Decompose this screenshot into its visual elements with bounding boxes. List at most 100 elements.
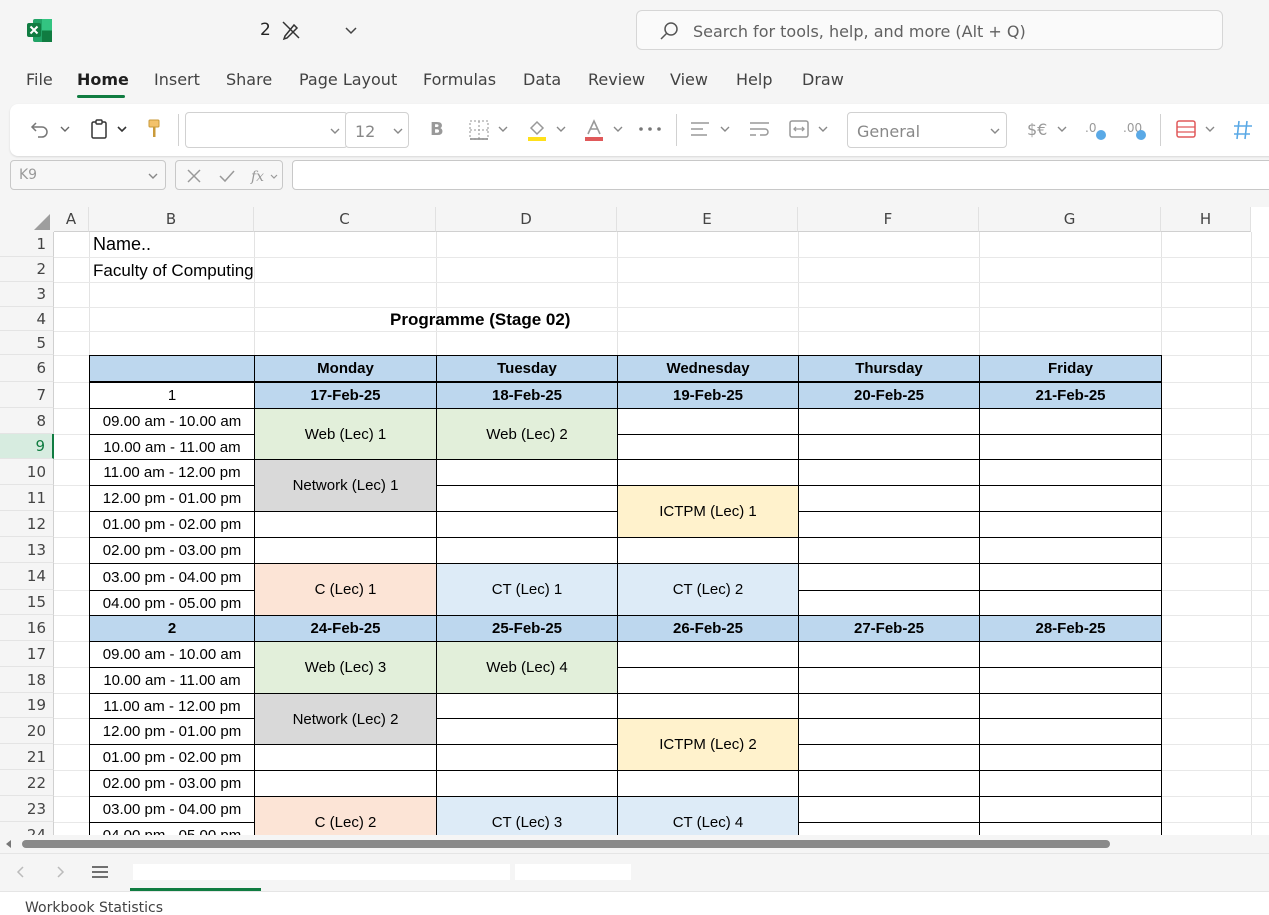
date-header[interactable]: 25-Feb-25 xyxy=(436,615,618,642)
empty-cell[interactable] xyxy=(617,537,799,564)
row-header-21[interactable]: 21 xyxy=(0,744,54,770)
date-header[interactable]: 24-Feb-25 xyxy=(254,615,437,642)
lecture-cell[interactable]: Network (Lec) 1 xyxy=(254,459,437,512)
empty-cell[interactable] xyxy=(798,459,980,486)
tab-draw[interactable]: Draw xyxy=(802,70,844,89)
paste-chevron-icon[interactable] xyxy=(116,123,128,135)
empty-cell[interactable] xyxy=(798,718,980,745)
confirm-icon[interactable] xyxy=(218,168,236,184)
time-slot[interactable]: 11.00 am - 12.00 pm xyxy=(89,459,255,486)
sheet-tab-active[interactable] xyxy=(133,864,510,880)
date-header[interactable]: 26-Feb-25 xyxy=(617,615,799,642)
row-header-24[interactable]: 24 xyxy=(0,822,54,835)
paste-icon[interactable] xyxy=(89,118,109,140)
row-header-19[interactable]: 19 xyxy=(0,693,54,718)
empty-cell[interactable] xyxy=(798,667,980,694)
empty-cell[interactable] xyxy=(617,408,799,435)
empty-cell[interactable] xyxy=(979,537,1162,564)
tab-view[interactable]: View xyxy=(670,70,708,89)
empty-cell[interactable] xyxy=(254,744,437,771)
tab-formulas[interactable]: Formulas xyxy=(423,70,496,89)
row-header-15[interactable]: 15 xyxy=(0,590,54,615)
time-slot[interactable]: 02.00 pm - 03.00 pm xyxy=(89,770,255,797)
date-header[interactable]: 28-Feb-25 xyxy=(979,615,1162,642)
time-slot[interactable]: 10.00 am - 11.00 am xyxy=(89,667,255,694)
row-header-8[interactable]: 8 xyxy=(0,408,54,434)
tab-home[interactable]: Home xyxy=(77,70,129,89)
date-header[interactable]: 17-Feb-25 xyxy=(254,382,437,409)
font-name-dropdown[interactable] xyxy=(185,112,348,148)
cell-b2[interactable]: Faculty of Computing xyxy=(93,261,254,281)
empty-cell[interactable] xyxy=(436,511,618,538)
search-box[interactable] xyxy=(636,10,1223,50)
cell-b1[interactable]: Name.. xyxy=(93,234,151,255)
format-table-icon[interactable] xyxy=(1232,119,1254,141)
font-size-dropdown[interactable]: 12 xyxy=(345,112,409,148)
borders-chevron-icon[interactable] xyxy=(497,123,509,135)
row-header-10[interactable]: 10 xyxy=(0,459,54,485)
empty-cell[interactable] xyxy=(436,459,618,486)
empty-cell[interactable] xyxy=(798,744,980,771)
lecture-cell[interactable]: Web (Lec) 3 xyxy=(254,641,437,694)
week-number[interactable]: 2 xyxy=(89,615,255,642)
tab-file[interactable]: File xyxy=(26,70,53,89)
conditional-chevron-icon[interactable] xyxy=(1204,123,1216,135)
scroll-left-icon[interactable] xyxy=(4,839,14,849)
merge-chevron-icon[interactable] xyxy=(817,123,829,135)
timetable-title[interactable]: Programme (Stage 02) xyxy=(390,310,570,330)
time-slot[interactable]: 10.00 am - 11.00 am xyxy=(89,434,255,460)
empty-cell[interactable] xyxy=(617,641,799,668)
lecture-cell[interactable]: C (Lec) 2 xyxy=(254,796,437,835)
empty-cell[interactable] xyxy=(436,744,618,771)
borders-icon[interactable] xyxy=(468,119,490,141)
empty-cell[interactable] xyxy=(254,537,437,564)
row-header-9[interactable]: 9 xyxy=(0,434,54,459)
empty-cell[interactable] xyxy=(617,459,799,486)
row-header-1[interactable]: 1 xyxy=(0,232,54,257)
empty-cell[interactable] xyxy=(979,434,1162,460)
time-slot[interactable]: 04.00 pm - 05.00 pm xyxy=(89,822,255,835)
tab-review[interactable]: Review xyxy=(588,70,645,89)
empty-cell[interactable] xyxy=(979,563,1162,591)
increase-decimal-icon[interactable]: .00 xyxy=(1122,118,1148,142)
empty-cell[interactable] xyxy=(436,485,618,512)
currency-chevron-icon[interactable] xyxy=(1056,123,1068,135)
empty-cell[interactable] xyxy=(979,744,1162,771)
row-header-22[interactable]: 22 xyxy=(0,770,54,796)
wrap-text-icon[interactable] xyxy=(749,120,771,138)
row-header-7[interactable]: 7 xyxy=(0,382,54,408)
empty-cell[interactable] xyxy=(798,408,980,435)
undo-icon[interactable] xyxy=(30,119,50,139)
empty-cell[interactable] xyxy=(436,693,618,719)
search-input[interactable] xyxy=(693,18,1193,44)
tab-share[interactable]: Share xyxy=(226,70,272,89)
time-slot[interactable]: 03.00 pm - 04.00 pm xyxy=(89,563,255,591)
empty-cell[interactable] xyxy=(979,511,1162,538)
undo-chevron-icon[interactable] xyxy=(59,123,71,135)
align-icon[interactable] xyxy=(690,120,710,138)
empty-cell[interactable] xyxy=(617,434,799,460)
day-header[interactable]: Friday xyxy=(979,355,1162,382)
empty-cell[interactable] xyxy=(254,770,437,797)
excel-logo-icon[interactable] xyxy=(27,19,52,42)
row-header-3[interactable]: 3 xyxy=(0,282,54,307)
tab-data[interactable]: Data xyxy=(523,70,561,89)
number-format-dropdown[interactable]: General xyxy=(847,112,1007,148)
time-slot[interactable]: 11.00 am - 12.00 pm xyxy=(89,693,255,719)
row-header-6[interactable]: 6 xyxy=(0,355,54,382)
empty-cell[interactable] xyxy=(254,511,437,538)
week-number[interactable]: 1 xyxy=(89,382,255,409)
empty-cell[interactable] xyxy=(617,667,799,694)
scrollbar-thumb[interactable] xyxy=(22,840,1110,848)
row-header-4[interactable]: 4 xyxy=(0,307,54,331)
horizontal-scrollbar[interactable] xyxy=(0,835,1269,853)
empty-cell[interactable] xyxy=(979,770,1162,797)
lecture-cell[interactable]: ICTPM (Lec) 2 xyxy=(617,718,799,771)
font-color-chevron-icon[interactable] xyxy=(612,123,624,135)
time-slot[interactable]: 12.00 pm - 01.00 pm xyxy=(89,485,255,512)
edit-disabled-icon[interactable] xyxy=(280,19,302,41)
tab-help[interactable]: Help xyxy=(736,70,772,89)
empty-cell[interactable] xyxy=(979,485,1162,512)
chevron-left-icon[interactable] xyxy=(14,864,28,880)
header-blank[interactable] xyxy=(89,355,255,382)
